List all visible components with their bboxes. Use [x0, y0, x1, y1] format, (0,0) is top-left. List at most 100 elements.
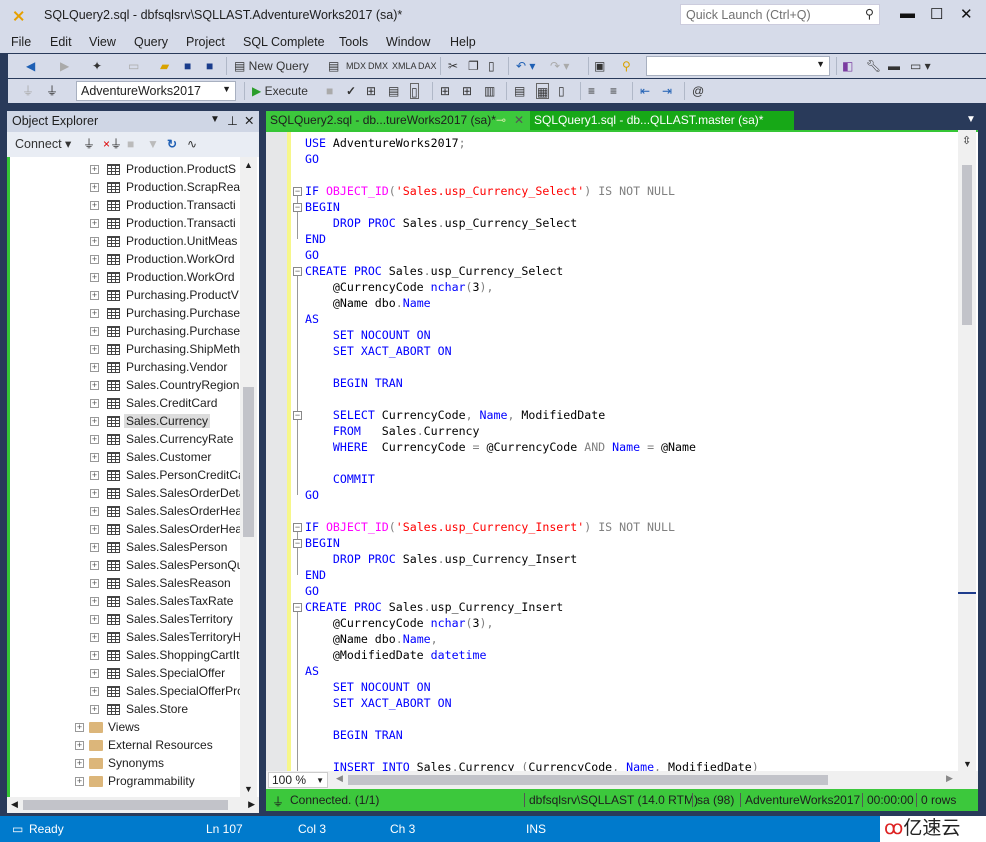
results-to-file-icon[interactable]: ▯: [558, 83, 565, 99]
expand-icon[interactable]: +: [90, 255, 99, 265]
collapse-region-icon[interactable]: −: [293, 411, 302, 420]
menu-window[interactable]: Window: [386, 35, 430, 49]
tree-item-table[interactable]: + Purchasing.Vendor: [90, 358, 227, 376]
tree-item-table[interactable]: + Sales.SalesTerritory: [90, 610, 233, 628]
menu-sql-complete[interactable]: SQL Complete: [243, 35, 325, 49]
collapse-region-icon[interactable]: −: [293, 523, 302, 532]
tree-item-table[interactable]: + Sales.CountryRegion: [90, 376, 239, 394]
expand-icon[interactable]: +: [90, 327, 99, 337]
client-stats-icon[interactable]: ▥: [484, 83, 495, 99]
menu-query[interactable]: Query: [134, 35, 168, 49]
expand-icon[interactable]: +: [90, 453, 99, 463]
connect-icon[interactable]: ⏚: [83, 136, 95, 152]
tab-list-dropdown-icon[interactable]: ▼: [966, 114, 976, 125]
expand-icon[interactable]: +: [90, 597, 99, 607]
tree-item-table[interactable]: + Sales.SalesOrderDetai: [90, 484, 248, 502]
expand-icon[interactable]: +: [90, 633, 99, 643]
tree-item-table[interactable]: + Sales.SalesOrderHeac: [90, 520, 248, 538]
collapse-region-icon[interactable]: −: [293, 267, 302, 276]
tree-item-folder[interactable]: + Views: [75, 718, 140, 736]
mdx-query-icon[interactable]: MDX: [346, 58, 366, 74]
tree-item-table[interactable]: + Sales.SalesOrderHeac: [90, 502, 248, 520]
collapse-region-icon[interactable]: −: [293, 203, 302, 212]
expand-icon[interactable]: +: [90, 669, 99, 679]
collapse-region-icon[interactable]: −: [293, 539, 302, 548]
database-select[interactable]: AdventureWorks2017 ▼: [76, 81, 236, 101]
expand-icon[interactable]: +: [90, 273, 99, 283]
scrollbar-thumb[interactable]: [962, 165, 972, 325]
expand-icon[interactable]: +: [90, 219, 99, 229]
tree-item-table[interactable]: + Production.WorkOrd: [90, 250, 235, 268]
query-options-icon[interactable]: ▤: [388, 83, 399, 99]
back-icon[interactable]: ◀: [26, 58, 35, 74]
tree-item-table[interactable]: + Purchasing.Purchase: [90, 322, 240, 340]
decrease-indent-icon[interactable]: ⇤: [640, 83, 650, 99]
tree-item-table[interactable]: + Sales.SpecialOfferPro: [90, 682, 244, 700]
results-to-text-icon[interactable]: ▤: [514, 83, 525, 99]
uncomment-icon[interactable]: ≡: [610, 83, 617, 99]
collapse-region-icon[interactable]: −: [293, 187, 302, 196]
tree-item-table[interactable]: + Production.WorkOrd: [90, 268, 235, 286]
expand-icon[interactable]: +: [90, 399, 99, 409]
quick-launch-input[interactable]: Quick Launch (Ctrl+Q) ⚲: [680, 4, 880, 25]
refresh-icon[interactable]: ↻: [167, 136, 177, 152]
tree-item-table[interactable]: + Sales.CreditCard: [90, 394, 217, 412]
expand-icon[interactable]: +: [90, 435, 99, 445]
collapse-region-icon[interactable]: −: [293, 603, 302, 612]
expand-icon[interactable]: +: [90, 489, 99, 499]
close-tab-icon[interactable]: ✕: [514, 113, 524, 127]
vs-icon[interactable]: ◧: [842, 58, 853, 74]
tree-item-table[interactable]: + Sales.Currency: [90, 412, 211, 430]
tree-item-table[interactable]: + Sales.PersonCreditCa: [90, 466, 245, 484]
expand-icon[interactable]: +: [75, 759, 84, 769]
paste-icon[interactable]: ▯: [488, 58, 495, 74]
minimize-button[interactable]: ▬: [900, 5, 915, 22]
intellisense-icon[interactable]: ▯: [410, 83, 419, 99]
tree-item-table[interactable]: + Production.ProductS: [90, 160, 236, 178]
xmla-query-icon[interactable]: XMLA: [392, 58, 417, 74]
forward-icon[interactable]: ▶: [60, 58, 69, 74]
expand-icon[interactable]: +: [90, 345, 99, 355]
tree-item-table[interactable]: + Sales.ShoppingCartIte: [90, 646, 246, 664]
parse-icon[interactable]: ✓: [346, 83, 356, 99]
tree-item-table[interactable]: + Sales.SalesTerritoryHi: [90, 628, 244, 646]
expand-icon[interactable]: +: [90, 705, 99, 715]
tree-horizontal-scrollbar[interactable]: ◀ ▶: [7, 797, 259, 813]
menu-help[interactable]: Help: [450, 35, 476, 49]
tree-item-table[interactable]: + Sales.Store: [90, 700, 188, 718]
new-query-button[interactable]: ▤ New Query: [234, 58, 309, 74]
command-window-icon[interactable]: ▭ ▾: [910, 58, 931, 74]
tree-item-table[interactable]: + Production.UnitMeas: [90, 232, 237, 250]
tree-item-folder[interactable]: + Synonyms: [75, 754, 164, 772]
new-project-icon[interactable]: ✦: [92, 58, 102, 74]
expand-icon[interactable]: +: [75, 741, 84, 751]
expand-icon[interactable]: +: [90, 687, 99, 697]
dmx-query-icon[interactable]: DMX: [368, 58, 388, 74]
expand-icon[interactable]: +: [90, 381, 99, 391]
tree-item-table[interactable]: + Sales.SalesReason: [90, 574, 231, 592]
menu-tools[interactable]: Tools: [339, 35, 368, 49]
execute-button[interactable]: ▶ Execute: [252, 83, 308, 99]
expand-icon[interactable]: +: [90, 615, 99, 625]
expand-icon[interactable]: +: [90, 417, 99, 427]
editor-vertical-scrollbar[interactable]: ⇳ ▼: [958, 130, 976, 771]
expand-icon[interactable]: +: [90, 579, 99, 589]
wrench-icon[interactable]: 🔧︎: [866, 58, 881, 74]
save-icon[interactable]: ■: [184, 58, 191, 74]
stop-icon[interactable]: ■: [326, 83, 333, 99]
find-icon[interactable]: ⚲: [622, 58, 631, 74]
redo-icon[interactable]: ↷ ▾: [550, 58, 569, 74]
tree-item-table[interactable]: + Sales.CurrencyRate: [90, 430, 233, 448]
expand-icon[interactable]: +: [90, 201, 99, 211]
pin-icon[interactable]: ⊸: [496, 113, 506, 127]
tree-item-folder[interactable]: + Programmability: [75, 772, 195, 790]
tree-vertical-scrollbar[interactable]: ▲ ▼: [240, 157, 257, 797]
tree-item-table[interactable]: + Sales.SalesTaxRate: [90, 592, 233, 610]
disconnect-icon[interactable]: ×⏚: [103, 136, 122, 152]
expand-icon[interactable]: +: [90, 291, 99, 301]
tree-item-table[interactable]: + Purchasing.Purchase: [90, 304, 240, 322]
expand-icon[interactable]: +: [90, 183, 99, 193]
expand-icon[interactable]: +: [75, 723, 84, 733]
change-connection-icon[interactable]: ⏚: [46, 83, 58, 99]
tree-item-table[interactable]: + Sales.SalesPersonQuo: [90, 556, 250, 574]
